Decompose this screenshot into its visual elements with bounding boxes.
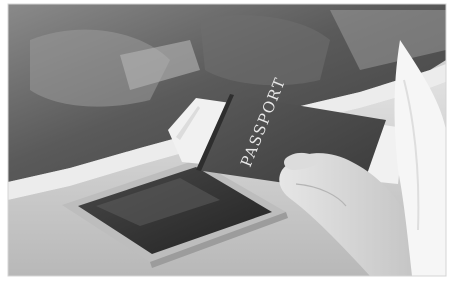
travel-photo: PASSPORT	[0, 0, 454, 281]
passport-check-photo: PASSPORT	[0, 0, 454, 281]
